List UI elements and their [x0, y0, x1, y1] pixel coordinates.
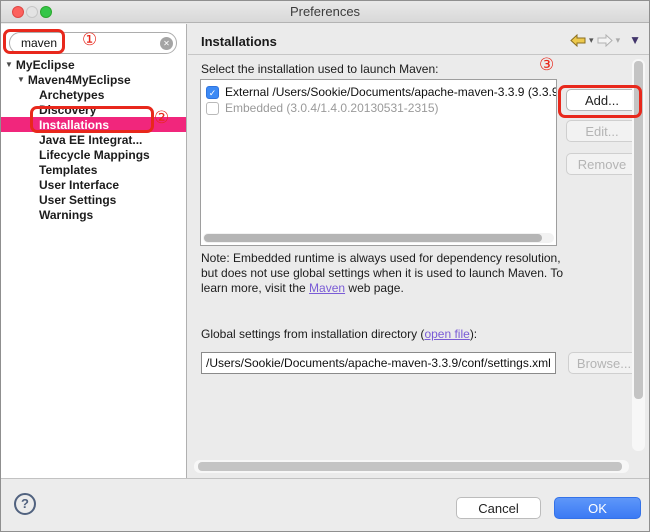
panel-vertical-scrollbar[interactable] — [632, 59, 645, 451]
edit-button: Edit... — [566, 120, 638, 142]
footer-bar: ? Cancel OK — [1, 478, 649, 531]
panel-horizontal-scrollbar[interactable] — [194, 460, 629, 473]
forward-icon — [597, 34, 613, 47]
cancel-button[interactable]: Cancel — [456, 497, 541, 519]
remove-button: Remove — [566, 153, 638, 175]
add-button[interactable]: Add... — [566, 89, 638, 111]
scrollbar-thumb[interactable] — [204, 234, 542, 242]
browse-button: Browse... — [568, 352, 640, 374]
filter-search-input[interactable] — [9, 32, 177, 54]
scrollbar-thumb[interactable] — [198, 462, 622, 471]
sidebar-item-maven4myeclipse[interactable]: ▼Maven4MyEclipse — [1, 72, 186, 87]
zoom-icon[interactable] — [40, 6, 52, 18]
minimize-icon — [26, 6, 38, 18]
back-icon[interactable] — [570, 34, 586, 47]
page-title: Installations — [201, 34, 277, 49]
scrollbar-thumb[interactable] — [634, 61, 643, 399]
installations-panel: Installations ▾ ▾ ▼ Select the installat… — [188, 24, 649, 478]
window-title: Preferences — [1, 1, 649, 22]
list-item-external[interactable]: ✓ External /Users/Sookie/Documents/apach… — [201, 84, 556, 100]
checkbox-checked-icon[interactable]: ✓ — [206, 86, 219, 99]
global-settings-path-field[interactable] — [201, 352, 556, 374]
titlebar[interactable]: Preferences — [1, 1, 649, 23]
expand-icon[interactable]: ▼ — [17, 75, 25, 84]
sidebar-item-installations[interactable]: Installations — [1, 117, 186, 132]
history-navbar: ▾ ▾ ▼ — [570, 33, 641, 47]
preferences-tree: ▼MyEclipse ▼Maven4MyEclipse Archetypes D… — [1, 57, 186, 222]
sidebar-item-user-settings[interactable]: User Settings — [1, 192, 186, 207]
select-installation-label: Select the installation used to launch M… — [201, 62, 438, 76]
sidebar-item-archetypes[interactable]: Archetypes — [1, 87, 186, 102]
list-item-embedded[interactable]: Embedded (3.0.4/1.4.0.20130531-2315) — [201, 100, 556, 116]
list-horizontal-scrollbar[interactable] — [203, 233, 554, 243]
sidebar: ✕ ▼MyEclipse ▼Maven4MyEclipse Archetypes… — [1, 24, 187, 478]
sidebar-item-templates[interactable]: Templates — [1, 162, 186, 177]
forward-menu-icon: ▾ — [616, 35, 621, 46]
sidebar-item-myeclipse[interactable]: ▼MyEclipse — [1, 57, 186, 72]
sidebar-item-java-ee-integration[interactable]: Java EE Integrat... — [1, 132, 186, 147]
expand-icon[interactable]: ▼ — [5, 60, 13, 69]
back-menu-icon[interactable]: ▾ — [589, 35, 594, 46]
view-menu-icon[interactable]: ▼ — [629, 33, 641, 47]
sidebar-item-user-interface[interactable]: User Interface — [1, 177, 186, 192]
preferences-window: Preferences ✕ ▼MyEclipse ▼Maven4MyEclips… — [0, 0, 650, 532]
sidebar-item-lifecycle-mappings[interactable]: Lifecycle Mappings — [1, 147, 186, 162]
global-settings-label: Global settings from installation direct… — [201, 327, 477, 341]
ok-button[interactable]: OK — [554, 497, 641, 519]
help-button[interactable]: ? — [14, 493, 36, 515]
header-separator — [188, 54, 649, 55]
maven-link[interactable]: Maven — [309, 281, 345, 295]
checkbox-unchecked-icon[interactable] — [206, 102, 219, 115]
search-clear-icon[interactable]: ✕ — [160, 37, 173, 50]
embedded-runtime-note: Note: Embedded runtime is always used fo… — [201, 251, 567, 296]
sidebar-item-warnings[interactable]: Warnings — [1, 207, 186, 222]
close-icon[interactable] — [12, 6, 24, 18]
installations-list[interactable]: ✓ External /Users/Sookie/Documents/apach… — [200, 79, 557, 246]
open-file-link[interactable]: open file — [424, 327, 469, 341]
sidebar-item-discovery[interactable]: Discovery — [1, 102, 186, 117]
